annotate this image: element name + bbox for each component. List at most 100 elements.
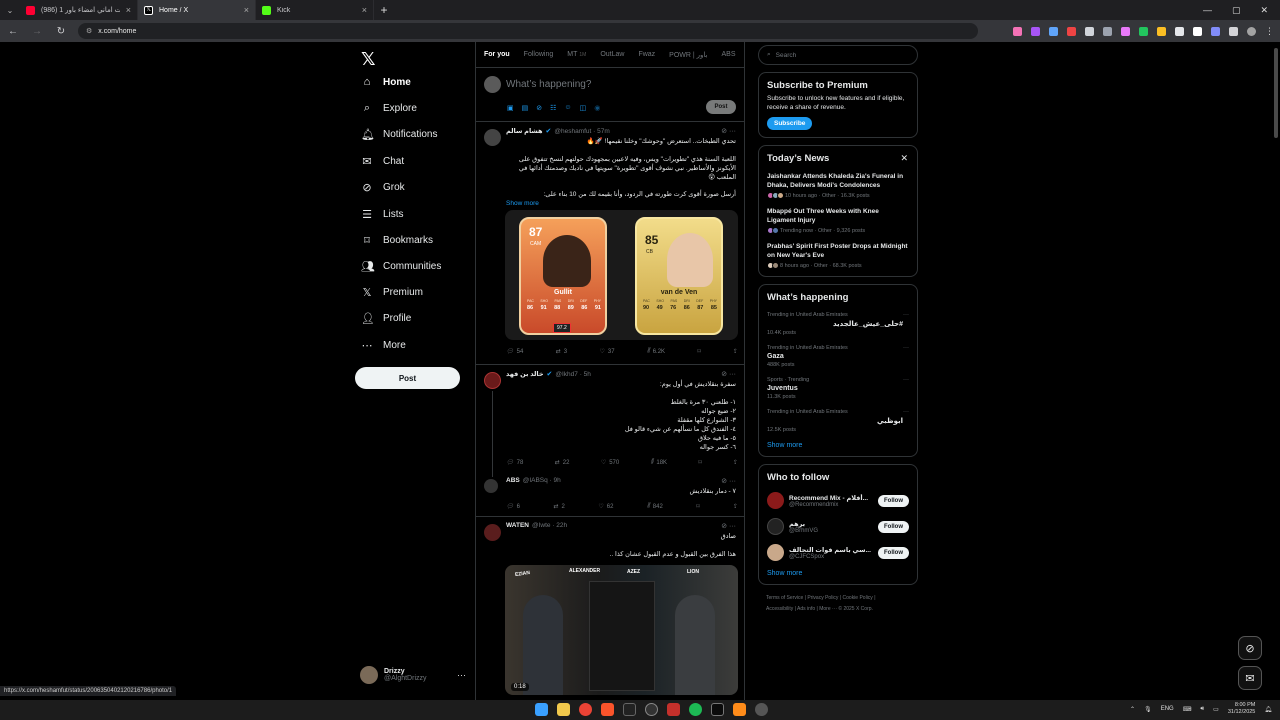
tab-powr[interactable]: POWR | باور bbox=[669, 51, 707, 59]
trend-item[interactable]: Trending in United Arab Emirates Gaza 48… bbox=[767, 345, 909, 368]
tab-outlaw[interactable]: OutLaw bbox=[600, 51, 624, 58]
reload-icon[interactable]: ↻ bbox=[54, 26, 68, 37]
close-icon[interactable]: × bbox=[244, 5, 249, 15]
close-icon[interactable]: × bbox=[362, 5, 367, 15]
extension-icon[interactable] bbox=[1139, 26, 1148, 36]
gif-icon[interactable]: ▤ bbox=[522, 104, 529, 112]
windows-start-icon[interactable] bbox=[535, 703, 548, 716]
extension-icon[interactable] bbox=[1157, 26, 1166, 36]
extension-icon[interactable] bbox=[1193, 26, 1202, 36]
follow-suggestion[interactable]: سي باسم فوات التحالف... @CJFCSpox Follow bbox=[767, 544, 909, 561]
epic-icon[interactable] bbox=[711, 703, 724, 716]
extension-icon[interactable] bbox=[1085, 26, 1094, 36]
browser-tab-youtube[interactable]: (986) حقشت اماني امضاء باور 1 ? × bbox=[20, 0, 138, 20]
extension-icon[interactable] bbox=[1067, 26, 1076, 36]
tweet-handle-time[interactable]: @Iwte · 22h bbox=[532, 522, 567, 529]
site-info-icon[interactable]: ⚙ bbox=[86, 27, 92, 35]
location-icon[interactable]: ◉ bbox=[594, 104, 600, 112]
share-button[interactable]: ⇪ bbox=[733, 459, 738, 466]
tweet-more-icon[interactable]: ⊘ ··· bbox=[721, 477, 736, 485]
follow-button[interactable]: Follow bbox=[878, 494, 909, 507]
extension-icon[interactable] bbox=[1121, 26, 1130, 36]
tweet-video[interactable]: EZIAN ALEXANDER AZEZ LION 0:18 bbox=[505, 565, 738, 695]
nav-home[interactable]: ⌂ Home bbox=[361, 76, 411, 88]
brave-icon[interactable] bbox=[601, 703, 614, 716]
post-button[interactable]: Post bbox=[355, 367, 460, 389]
tab-fwaz[interactable]: Fwaz bbox=[638, 51, 655, 58]
bookmark-button[interactable]: ⌑ bbox=[696, 503, 699, 510]
extension-icon[interactable] bbox=[1013, 26, 1022, 36]
avatar[interactable] bbox=[484, 129, 501, 146]
footer-link[interactable]: Terms of Service bbox=[766, 595, 803, 601]
nav-chat[interactable]: ✉ Chat bbox=[361, 155, 404, 168]
forward-icon[interactable]: → bbox=[30, 26, 44, 37]
follow-suggestion[interactable]: برهم @BrhmVG Follow bbox=[767, 518, 909, 535]
tweet-author-name[interactable]: هشام سالم bbox=[506, 127, 543, 135]
news-item[interactable]: Jaishankar Attends Khaleda Zia's Funeral… bbox=[767, 173, 909, 199]
extension-icon[interactable] bbox=[1049, 26, 1058, 36]
show-more-link[interactable]: Show more bbox=[767, 442, 909, 449]
menu-kebab-icon[interactable]: ⋮ bbox=[1265, 26, 1274, 37]
tab-mt[interactable]: MT 1M bbox=[567, 51, 586, 58]
avatar[interactable] bbox=[484, 479, 498, 493]
poll-icon[interactable]: ☷ bbox=[550, 104, 556, 112]
nav-explore[interactable]: ⌕ Explore bbox=[361, 102, 417, 115]
footer-link[interactable]: Cookie Policy bbox=[843, 595, 873, 601]
browser-tab-kick[interactable]: Kick × bbox=[256, 0, 374, 20]
news-item[interactable]: Mbappé Out Three Weeks with Knee Ligamen… bbox=[767, 208, 909, 234]
network-icon[interactable]: ⌨ bbox=[1183, 706, 1192, 713]
minimize-icon[interactable]: — bbox=[1203, 5, 1212, 16]
close-icon[interactable]: ✕ bbox=[900, 153, 908, 164]
tab-abs[interactable]: ABS bbox=[722, 51, 736, 58]
tweet-handle-time[interactable]: @Ikhd7 · 5h bbox=[555, 371, 591, 378]
reply-button[interactable]: 💬︎ 78 bbox=[506, 459, 523, 467]
show-more-link[interactable]: Show more bbox=[767, 570, 909, 577]
account-more-icon[interactable]: ··· bbox=[457, 670, 466, 680]
app-icon[interactable] bbox=[667, 703, 680, 716]
account-switcher[interactable]: Drizzy @AlghtDrizzy bbox=[360, 666, 427, 684]
like-button[interactable]: ♡ 62 bbox=[598, 503, 613, 511]
tweet-thread[interactable]: خالد بن فهد ✔ @Ikhd7 · 5h ⊘ ··· سفرة بنق… bbox=[476, 365, 744, 517]
nav-lists[interactable]: ☰ Lists bbox=[361, 208, 404, 221]
volume-icon[interactable]: 🔊︎ bbox=[1200, 706, 1204, 713]
views-button[interactable]: ⫼ 18K bbox=[651, 459, 667, 466]
like-button[interactable]: ♡ 37 bbox=[599, 348, 614, 356]
messages-icon[interactable]: ✉ bbox=[1238, 666, 1262, 690]
show-more-link[interactable]: Show more bbox=[506, 200, 539, 207]
extension-icon[interactable] bbox=[1103, 26, 1112, 36]
page-scrollbar[interactable] bbox=[1274, 48, 1278, 138]
steam-icon[interactable] bbox=[755, 703, 768, 716]
tab-search-chevron-icon[interactable]: ⌄ bbox=[0, 6, 20, 15]
nav-bookmarks[interactable]: ⌑ Bookmarks bbox=[361, 234, 433, 247]
obs-icon[interactable] bbox=[645, 703, 658, 716]
reply-button[interactable]: 💬︎ 6 bbox=[506, 503, 520, 511]
notification-bell-icon[interactable]: 🔔︎ bbox=[1264, 706, 1272, 713]
extension-icon[interactable] bbox=[1031, 26, 1040, 36]
nav-grok[interactable]: ⊘ Grok bbox=[361, 181, 404, 194]
avatar[interactable] bbox=[484, 524, 501, 541]
extension-icon[interactable] bbox=[1211, 26, 1220, 36]
tweet-author-name[interactable]: ABS bbox=[506, 477, 520, 484]
battery-icon[interactable]: ▭ bbox=[1213, 706, 1219, 713]
trend-item[interactable]: Trending in United Arab Emirates ابوظبي … bbox=[767, 409, 909, 433]
composer-post-button[interactable]: Post bbox=[706, 100, 736, 114]
tweet-more-icon[interactable]: ⊘ ··· bbox=[721, 127, 736, 135]
nav-communities[interactable]: 👥︎ Communities bbox=[361, 260, 441, 273]
extensions-puzzle-icon[interactable] bbox=[1229, 26, 1238, 36]
profile-avatar-icon[interactable] bbox=[1247, 26, 1256, 36]
tweet-handle-time[interactable]: @IABSq · 9h bbox=[523, 477, 561, 484]
tweet[interactable]: هشام سالم ✔ @heshamfut · 57m ⊘ ··· تحدي … bbox=[476, 122, 744, 365]
tab-following[interactable]: Following bbox=[524, 51, 554, 58]
trend-item[interactable]: Sports · Trending Juventus 11.3K posts ·… bbox=[767, 377, 909, 400]
tweet-more-icon[interactable]: ⊘ ··· bbox=[721, 522, 736, 530]
footer-link[interactable]: Privacy Policy bbox=[807, 595, 838, 601]
browser-tab-x[interactable]: 𝕏 Home / X × bbox=[138, 0, 256, 20]
x-logo-icon[interactable]: 𝕏 bbox=[361, 49, 376, 70]
repost-button[interactable]: ⇄ 2 bbox=[554, 503, 565, 511]
close-window-icon[interactable]: ✕ bbox=[1260, 5, 1268, 16]
follow-button[interactable]: Follow bbox=[878, 546, 909, 559]
footer-link[interactable]: Accessibility bbox=[766, 606, 793, 612]
image-icon[interactable]: ▣ bbox=[507, 104, 514, 112]
tweet-media[interactable]: 87 CAM Gullit PAC SHO PAS DRI DEF PHY 86 91 88 8… bbox=[505, 210, 738, 340]
back-icon[interactable]: ← bbox=[6, 26, 20, 37]
